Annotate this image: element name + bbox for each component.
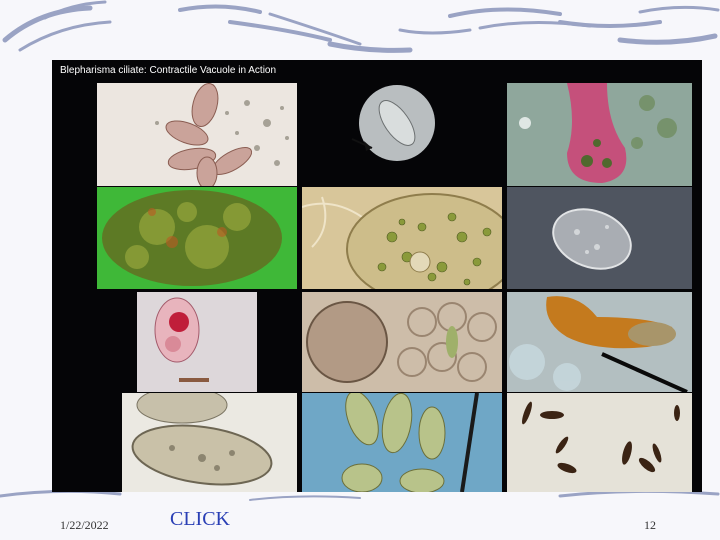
slide-date: 1/22/2022 bbox=[60, 518, 109, 532]
micrograph-green-inclusions bbox=[302, 187, 502, 289]
micrograph-round-cyst bbox=[302, 292, 502, 392]
micrograph-pink-ciliate bbox=[507, 83, 692, 186]
micrograph-blue-field bbox=[302, 393, 502, 492]
click-link[interactable]: CLICK bbox=[170, 508, 230, 531]
micrograph-orange-pipette bbox=[507, 292, 692, 392]
micrograph-green-mass bbox=[97, 187, 297, 289]
micrograph-pale-ciliates bbox=[122, 393, 297, 492]
micrograph-dark-ciliates bbox=[507, 393, 692, 492]
panel-title: Blepharisma ciliate: Contractile Vacuole… bbox=[60, 65, 277, 76]
micrograph-blepharisma-cells bbox=[97, 83, 297, 186]
micrograph-pink-labeled bbox=[137, 292, 257, 392]
image-panel: Blepharisma ciliate: Contractile Vacuole… bbox=[52, 60, 702, 492]
page-number: 12 bbox=[644, 518, 656, 532]
micrograph-dic-ciliate bbox=[507, 187, 692, 289]
micrograph-ciliate-arrow bbox=[302, 83, 502, 186]
